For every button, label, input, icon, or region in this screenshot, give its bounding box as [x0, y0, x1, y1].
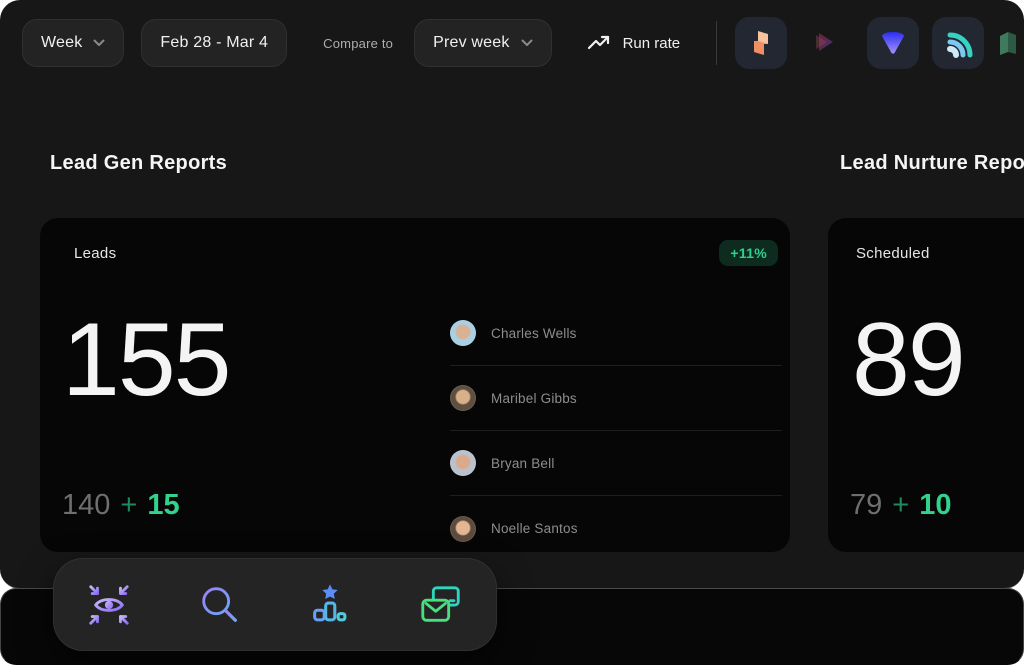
- avatar: [450, 320, 476, 346]
- scheduled-previous-row: 79 + 10: [850, 489, 951, 522]
- avatar: [450, 516, 476, 542]
- leads-delta-value: 15: [147, 489, 179, 522]
- scheduled-delta-value: 10: [919, 489, 951, 522]
- scheduled-card-title: Scheduled: [856, 245, 930, 262]
- orange-blocks-app-icon[interactable]: [735, 17, 787, 69]
- lead-gen-section-title: Lead Gen Reports: [50, 152, 227, 175]
- chevron-down-icon: [521, 39, 533, 47]
- toolbar-divider: [716, 21, 717, 65]
- leads-card[interactable]: Leads +11% 155 140 + 15 Charles Wells Ma…: [40, 218, 790, 552]
- dashboard-window: Week Feb 28 - Mar 4 Compare to Prev week: [0, 0, 1024, 589]
- list-item[interactable]: Charles Wells: [450, 301, 782, 366]
- email-campaigns-icon: [418, 582, 464, 628]
- plus-sign: +: [892, 489, 909, 522]
- search-analytics-icon: [197, 582, 243, 628]
- list-item[interactable]: Noelle Santos: [450, 496, 782, 561]
- leads-previous-value: 140: [62, 489, 110, 522]
- email-campaigns-button[interactable]: [417, 581, 465, 629]
- date-range-button[interactable]: Feb 28 - Mar 4: [141, 19, 287, 67]
- top-toolbar: Week Feb 28 - Mar 4 Compare to Prev week: [22, 19, 1024, 67]
- scheduled-value: 89: [852, 306, 964, 415]
- avatar: [450, 450, 476, 476]
- app-icons-group: [735, 17, 997, 69]
- arcs-app-icon[interactable]: [932, 17, 984, 69]
- leads-previous-row: 140 + 15: [62, 489, 180, 522]
- screenshot-canvas: Week Feb 28 - Mar 4 Compare to Prev week: [0, 0, 1024, 665]
- person-name: Noelle Santos: [491, 521, 578, 536]
- compare-to-label: Compare to: [323, 36, 393, 51]
- person-name: Bryan Bell: [491, 456, 555, 471]
- leaderboard-button[interactable]: [306, 581, 354, 629]
- person-name: Charles Wells: [491, 326, 577, 341]
- run-rate-label: Run rate: [623, 35, 681, 52]
- list-item[interactable]: Maribel Gibbs: [450, 366, 782, 431]
- run-rate-toggle[interactable]: Run rate: [587, 34, 681, 52]
- scheduled-card[interactable]: Scheduled 89 79 + 10: [828, 218, 1024, 552]
- maroon-prism-app-icon[interactable]: [800, 17, 852, 69]
- floating-action-dock: [53, 558, 497, 651]
- trending-up-icon: [587, 34, 611, 52]
- leads-card-title: Leads: [74, 245, 116, 262]
- compare-dropdown-label: Prev week: [433, 34, 510, 52]
- focus-eye-icon: [86, 582, 132, 628]
- period-dropdown[interactable]: Week: [22, 19, 124, 67]
- date-range-label: Feb 28 - Mar 4: [160, 34, 268, 52]
- leads-people-list: Charles Wells Maribel Gibbs Bryan Bell N…: [450, 301, 782, 561]
- focus-eye-button[interactable]: [85, 581, 133, 629]
- compare-dropdown[interactable]: Prev week: [414, 19, 552, 67]
- star-glyph: [323, 584, 338, 599]
- list-item[interactable]: Bryan Bell: [450, 431, 782, 496]
- chevron-down-icon: [93, 39, 105, 47]
- lead-nurture-section-title: Lead Nurture Reports: [840, 152, 1024, 175]
- funnel-app-icon[interactable]: [867, 17, 919, 69]
- green-bars-app-icon[interactable]: [982, 17, 1024, 69]
- period-dropdown-label: Week: [41, 34, 82, 52]
- plus-sign: +: [120, 489, 137, 522]
- leaderboard-star-icon: [307, 582, 353, 628]
- avatar: [450, 385, 476, 411]
- leads-change-badge: +11%: [719, 240, 778, 266]
- scheduled-previous-value: 79: [850, 489, 882, 522]
- search-analytics-button[interactable]: [196, 581, 244, 629]
- leads-value: 155: [62, 306, 230, 415]
- person-name: Maribel Gibbs: [491, 391, 577, 406]
